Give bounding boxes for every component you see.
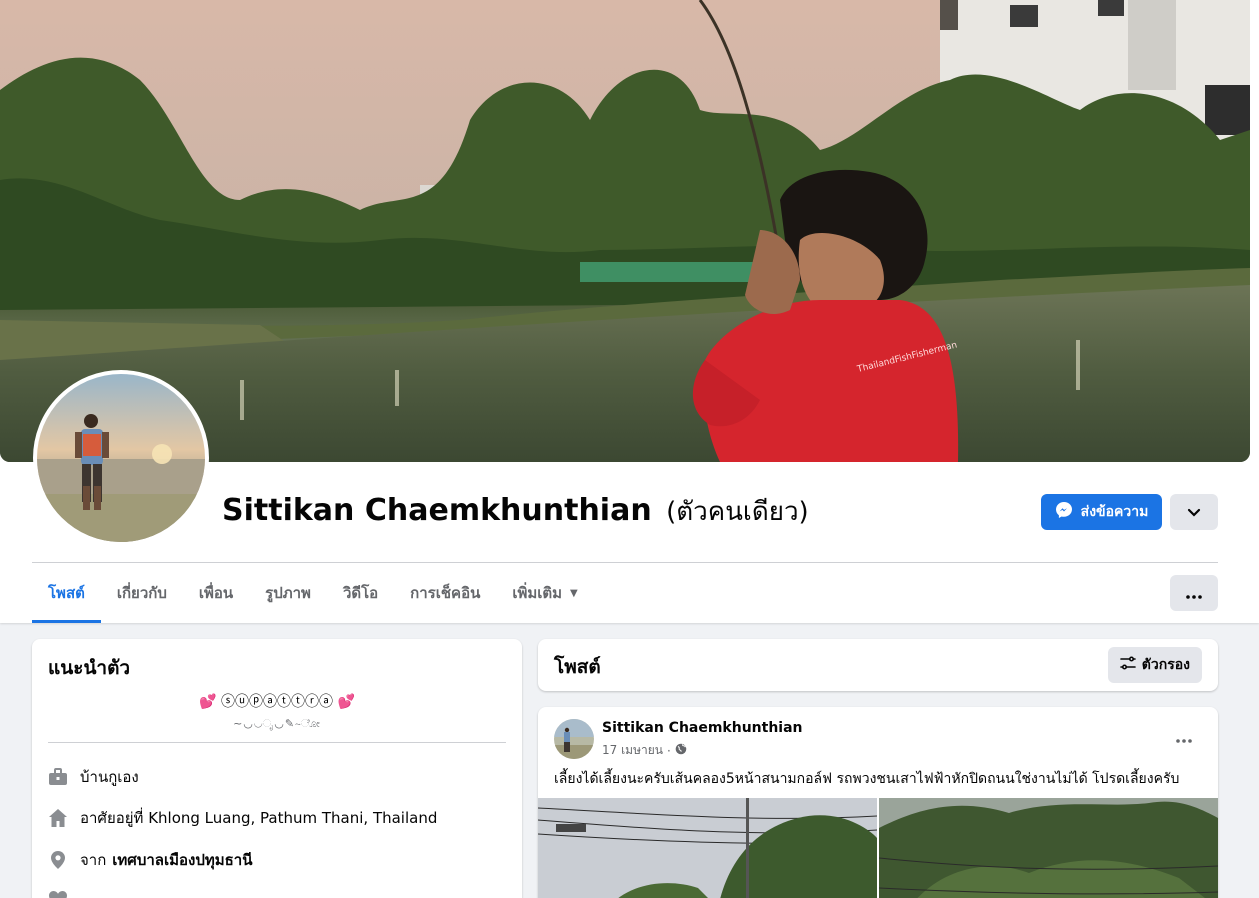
post-meta: 17 เมษายน · — [602, 741, 687, 760]
more-horizontal-icon — [1176, 728, 1192, 747]
send-message-label: ส่งข้อความ — [1080, 504, 1149, 520]
intro-item-prefix: จาก — [80, 851, 107, 869]
profile-dropdown-button[interactable] — [1170, 494, 1218, 530]
profile-alt-name: (ตัวคนเดียว) — [666, 497, 809, 527]
location-pin-icon — [48, 850, 68, 870]
send-message-button[interactable]: ส่งข้อความ — [1041, 494, 1162, 530]
tab-about[interactable]: เกี่ยวกับ — [101, 563, 183, 623]
intro-item-work: บ้านกูเอง — [48, 765, 139, 789]
tab-label: เพิ่มเติม — [512, 584, 563, 602]
profile-name-text: Sittikan Chaemkhunthian — [222, 493, 652, 528]
chevron-down-icon — [1187, 503, 1201, 522]
intro-item-text: อาศัยอยู่ที่ Khlong Luang, Pathum Thani,… — [80, 809, 438, 827]
intro-item-link[interactable]: เทศบาลเมืองปทุมธานี — [112, 848, 252, 872]
post-text: เลี้ยงได้เลี้ยงนะครับเส้นคลอง5หน้าสนามกอ… — [554, 771, 1180, 787]
post-photo[interactable] — [538, 798, 877, 898]
intro-title: แนะนำตัว — [48, 657, 131, 679]
heart-icon — [48, 889, 68, 898]
posts-header-card: โพสต์ ตัวกรอง — [538, 639, 1218, 691]
post-author-avatar[interactable] — [554, 719, 594, 759]
tab-photos[interactable]: รูปภาพ — [249, 563, 327, 623]
tab-posts[interactable]: โพสต์ — [32, 563, 101, 623]
tab-checkins[interactable]: การเช็คอิน — [394, 563, 496, 623]
meta-separator: · — [666, 743, 671, 758]
tab-more[interactable]: เพิ่มเติม ▼ — [496, 563, 593, 623]
intro-divider — [48, 742, 506, 743]
post-date[interactable]: 17 เมษายน — [602, 741, 663, 760]
profile-name: Sittikan Chaemkhunthian (ตัวคนเดียว) — [222, 491, 809, 532]
filters-label: ตัวกรอง — [1141, 657, 1190, 673]
tab-label: เกี่ยวกับ — [116, 584, 167, 602]
tab-friends[interactable]: เพื่อน — [183, 563, 249, 623]
filter-sliders-icon — [1119, 656, 1136, 674]
post-card: Sittikan Chaemkhunthian 17 เมษายน · เลี้… — [538, 707, 1218, 898]
tab-label: รูปภาพ — [265, 584, 311, 602]
tabs-more-options-button[interactable] — [1170, 575, 1218, 611]
messenger-icon — [1055, 501, 1073, 523]
tab-label: เพื่อน — [198, 584, 234, 602]
tab-label: วิดีโอ — [342, 584, 379, 602]
intro-card: แนะนำตัว 💕 ⓢⓤⓟⓐⓣⓣⓡⓐ 💕 ~◡◡ೃ◡✎~ೋ บ้านกูเอง… — [32, 639, 522, 898]
filters-button[interactable]: ตัวกรอง — [1107, 647, 1202, 683]
profile-tabs: โพสต์ เกี่ยวกับ เพื่อน รูปภาพ วิดีโอ การ… — [32, 563, 594, 623]
post-author-name[interactable]: Sittikan Chaemkhunthian — [602, 720, 803, 736]
caret-down-icon: ▼ — [570, 587, 578, 599]
briefcase-icon — [48, 767, 68, 787]
profile-picture[interactable] — [33, 370, 209, 546]
intro-item-relationship — [48, 889, 68, 898]
more-horizontal-icon — [1186, 584, 1202, 603]
home-icon — [48, 808, 68, 828]
posts-title: โพสต์ — [554, 656, 601, 678]
globe-icon — [675, 743, 687, 758]
intro-item-from: จาก เทศบาลเมืองปทุมธานี — [48, 848, 252, 872]
intro-item-text: บ้านกูเอง — [80, 768, 139, 786]
intro-item-lives-in: อาศัยอยู่ที่ Khlong Luang, Pathum Thani,… — [48, 806, 437, 830]
post-photo[interactable] — [879, 798, 1218, 898]
cover-photo[interactable]: ThailandFishFisherman — [0, 0, 1250, 462]
intro-bio: 💕 ⓢⓤⓟⓐⓣⓣⓡⓐ 💕 — [199, 694, 355, 710]
tab-label: โพสต์ — [48, 584, 85, 602]
intro-bio-ornament: ~◡◡ೃ◡✎~ೋ — [233, 717, 321, 730]
post-options-button[interactable] — [1168, 725, 1200, 749]
tab-videos[interactable]: วิดีโอ — [327, 563, 394, 623]
tab-label: การเช็คอิน — [410, 584, 481, 602]
